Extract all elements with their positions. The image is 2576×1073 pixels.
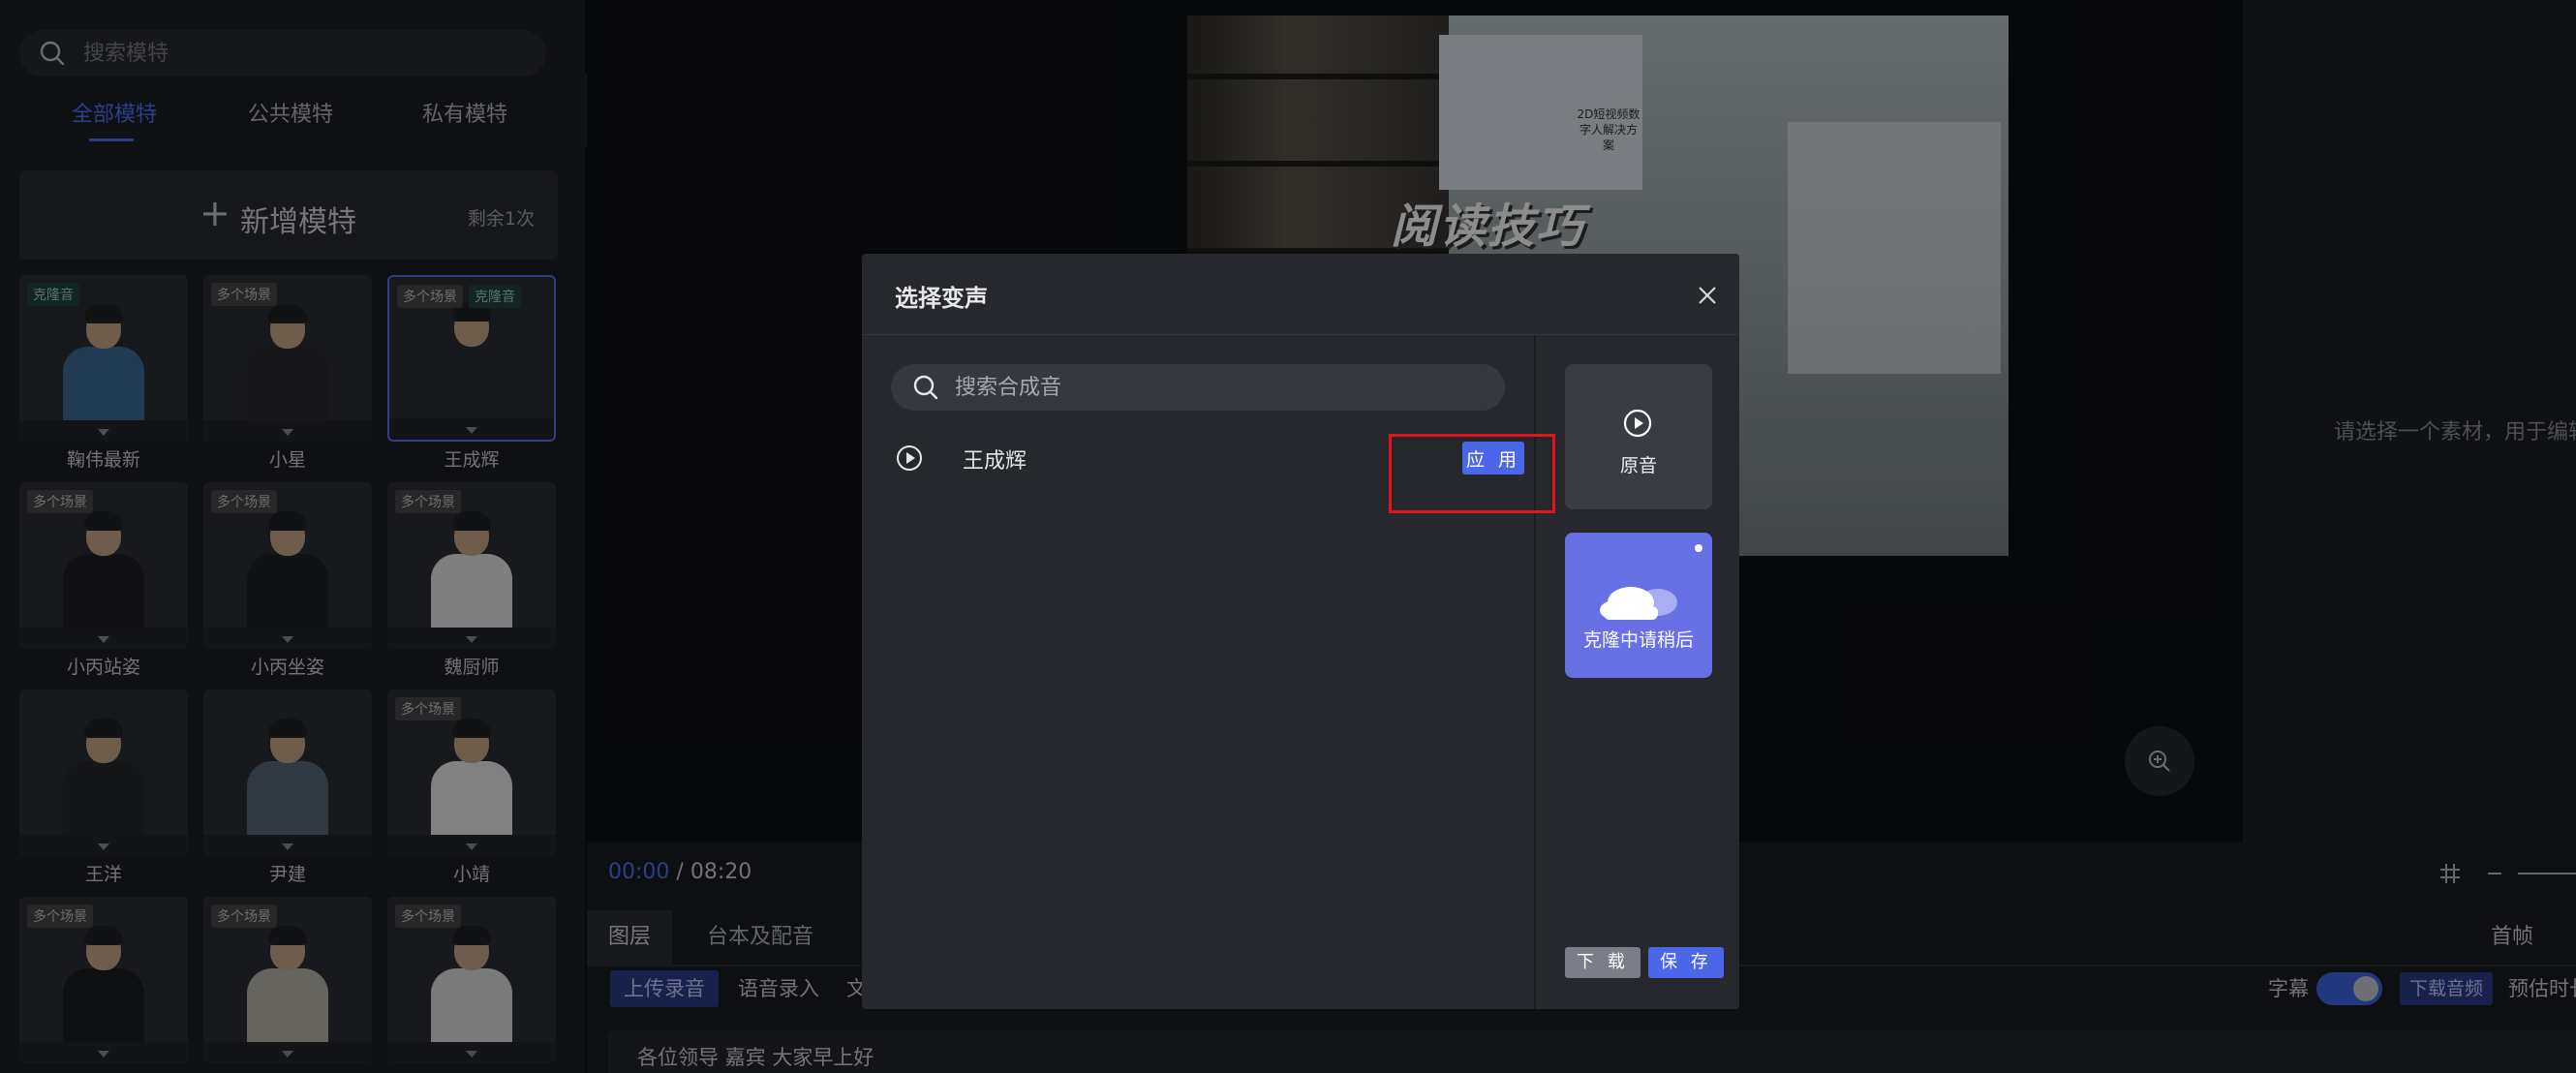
cloud-icon	[1600, 587, 1677, 620]
dialog-header: 选择变声	[862, 254, 1739, 335]
play-icon[interactable]	[895, 444, 924, 473]
cloning-voice-card[interactable]: 克隆中请稍后	[1565, 533, 1712, 678]
voice-change-dialog: 选择变声 王成辉 应 用 原音 克隆中请稍后 下 载 保 存	[862, 254, 1739, 1009]
apply-highlight-box	[1389, 434, 1555, 513]
voice-search-input[interactable]	[955, 375, 1478, 400]
voice-name: 王成辉	[963, 449, 1027, 474]
dialog-title: 选择变声	[895, 285, 988, 312]
save-button[interactable]: 保 存	[1648, 947, 1724, 978]
search-icon	[913, 375, 938, 400]
original-voice-label: 原音	[1619, 455, 1657, 476]
status-dot	[1695, 544, 1702, 552]
play-circle-icon	[1623, 409, 1652, 438]
download-button[interactable]: 下 载	[1565, 947, 1641, 978]
cloning-status-label: 克隆中请稍后	[1582, 629, 1694, 651]
voice-search-box[interactable]	[891, 364, 1505, 411]
close-icon[interactable]	[1693, 281, 1722, 310]
original-voice-card[interactable]: 原音	[1565, 364, 1712, 509]
